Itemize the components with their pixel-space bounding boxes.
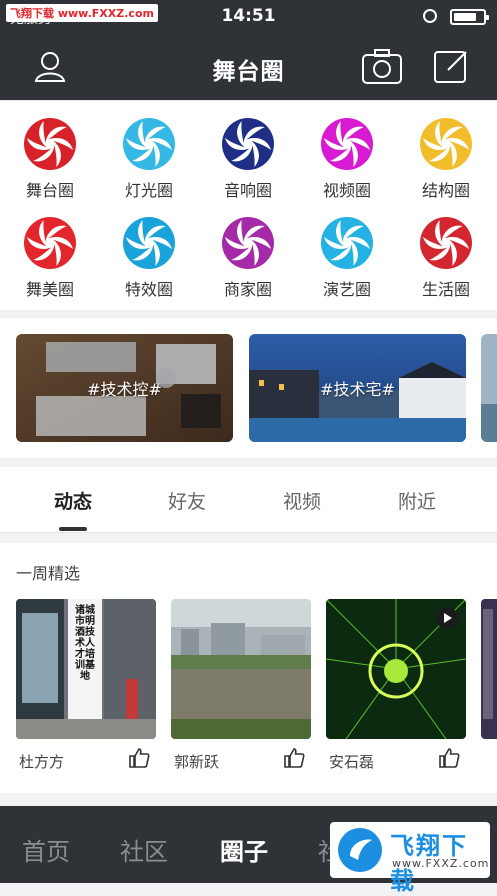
watermark-logo-icon (338, 828, 382, 872)
banner-tag: #技术宅# (320, 380, 395, 399)
section-title: 一周精选 (16, 564, 81, 583)
tab-label: 动态 (54, 491, 93, 513)
weekly-card[interactable]: 诸城市明酒技术人才培训基地 杜方方 (16, 599, 156, 771)
tab-video[interactable]: 视频 (283, 487, 321, 514)
category-video[interactable]: 视频圈 (302, 117, 392, 201)
nav-home[interactable]: 首页 (22, 832, 70, 867)
stage-circle-icon (24, 118, 76, 170)
status-bar: 无服务 飞翔下载 www.FXXZ.com 14:51 (0, 0, 497, 33)
card-author: 杜方方 (19, 753, 65, 771)
page-title: 舞台圈 (212, 59, 285, 85)
compose-icon[interactable] (432, 47, 472, 87)
category-label: 演艺圈 (322, 280, 371, 299)
category-label: 灯光圈 (124, 181, 173, 200)
category-label: 视频圈 (322, 181, 371, 200)
category-performance[interactable]: 演艺圈 (302, 216, 392, 300)
tab-dynamic[interactable]: 动态 (54, 487, 93, 531)
category-effects[interactable]: 特效圈 (104, 216, 194, 300)
weekly-card-partial[interactable]: 安 (481, 599, 497, 739)
card-author: 郭新跃 (174, 753, 220, 771)
card-thumbnail[interactable] (171, 599, 311, 739)
tab-label: 好友 (168, 491, 207, 513)
video-circle-icon (321, 118, 373, 170)
banner-partial[interactable] (481, 334, 497, 442)
scenery-circle-icon (24, 217, 76, 269)
play-icon[interactable] (436, 607, 458, 629)
like-thumb-icon[interactable] (438, 747, 460, 773)
category-life[interactable]: 生活圈 (401, 216, 491, 300)
category-label: 结构圈 (421, 181, 470, 200)
card-sign-text: 诸城市明酒技术人才培训基地 (75, 605, 95, 682)
category-label: 生活圈 (421, 280, 470, 299)
card-thumbnail[interactable]: 诸城市明酒技术人才培训基地 (16, 599, 156, 739)
structure-circle-icon (420, 118, 472, 170)
category-label: 舞台圈 (25, 181, 74, 200)
life-circle-icon (420, 217, 472, 269)
like-thumb-icon[interactable] (283, 747, 305, 773)
feed-tabs: 动态 好友 视频 附近 (0, 467, 497, 533)
nav-circles[interactable]: 圈子 (220, 832, 268, 867)
category-lighting[interactable]: 灯光圈 (104, 117, 194, 201)
header-bar: 舞台圈 (0, 33, 497, 100)
category-label: 舞美圈 (25, 280, 74, 299)
effects-circle-icon (123, 217, 175, 269)
active-tab-indicator (59, 527, 87, 531)
category-scenery[interactable]: 舞美圈 (5, 216, 95, 300)
category-stage[interactable]: 舞台圈 (5, 117, 95, 201)
battery-icon (450, 9, 489, 25)
watermark-logo: 飞翔下载 www.FXXZ.com (330, 822, 490, 895)
tab-label: 附近 (398, 491, 437, 513)
banner-tech-otaku[interactable]: #技术宅# (249, 334, 466, 442)
card-author: 安石磊 (329, 753, 375, 771)
tab-friends[interactable]: 好友 (168, 487, 206, 514)
audio-circle-icon (222, 118, 274, 170)
category-label: 商家圈 (223, 280, 272, 299)
performance-circle-icon (321, 217, 373, 269)
banner-carousel[interactable]: #技术控# #技术宅# (0, 318, 497, 458)
category-merchants[interactable]: 商家圈 (203, 216, 293, 300)
merchants-circle-icon (222, 217, 274, 269)
card-thumbnail[interactable] (481, 599, 497, 739)
category-label: 音响圈 (223, 181, 272, 200)
watermark-url: www.FXXZ.com (392, 857, 490, 870)
banner-partial-image (481, 334, 497, 442)
camera-icon[interactable] (361, 47, 403, 87)
category-structure[interactable]: 结构圈 (401, 117, 491, 201)
category-label: 特效圈 (124, 280, 173, 299)
weekly-card[interactable]: 安石磊 (326, 599, 466, 771)
card-thumbnail[interactable] (326, 599, 466, 739)
nav-community[interactable]: 社区 (120, 832, 168, 867)
tab-nearby[interactable]: 附近 (398, 487, 436, 514)
category-audio[interactable]: 音响圈 (203, 117, 293, 201)
lighting-circle-icon (123, 118, 175, 170)
banner-tech-geek[interactable]: #技术控# (16, 334, 233, 442)
category-grid: 舞台圈 灯光圈 音响圈 视频圈 结构圈 舞美圈 特效圈 商家圈 演艺圈 生活圈 (0, 100, 497, 310)
tab-label: 视频 (283, 491, 322, 513)
weekly-picks-section: 一周精选 诸城市明酒技术人才培训基地 杜方方 郭新跃 安石磊 (0, 543, 497, 793)
weekly-card[interactable]: 郭新跃 (171, 599, 311, 771)
rotation-lock-icon (423, 9, 437, 23)
like-thumb-icon[interactable] (128, 747, 150, 773)
banner-tag: #技术控# (87, 380, 162, 399)
